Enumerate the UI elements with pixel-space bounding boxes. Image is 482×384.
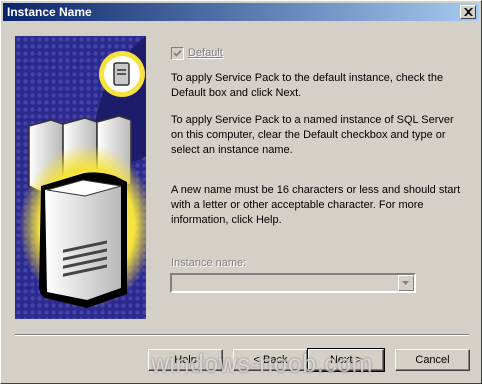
window-title: Instance Name [7,5,92,19]
cancel-button[interactable]: Cancel [395,349,470,371]
chevron-down-icon [402,281,409,285]
button-separator [15,334,469,336]
instruction-named: To apply Service Pack to a named instanc… [171,114,454,156]
back-button[interactable]: < Back [233,349,308,371]
instance-name-label: Instance name: [171,257,247,269]
default-checkbox-label: Default [188,47,223,59]
wizard-server-artwork [15,36,146,319]
close-button[interactable] [460,5,476,19]
combobox-dropdown-button[interactable] [398,275,414,291]
title-bar[interactable]: Instance Name [3,3,479,21]
next-button[interactable]: Next > [307,348,385,372]
close-icon [464,8,473,16]
checkmark-icon [173,49,182,57]
instance-name-dialog: Instance Name Default To apply Service P… [0,0,482,384]
instance-name-combobox[interactable] [170,273,416,293]
default-checkbox[interactable] [171,47,184,60]
help-button[interactable]: Help [148,349,223,371]
instruction-default: To apply Service Pack to the default ins… [171,72,444,99]
instruction-name-rules: A new name must be 16 characters or less… [171,184,461,226]
